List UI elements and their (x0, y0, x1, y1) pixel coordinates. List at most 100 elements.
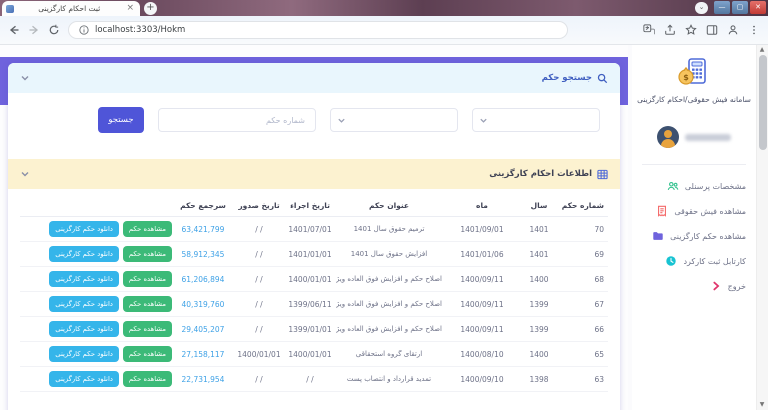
total-amount-cell[interactable]: 27,158,117 (172, 350, 234, 359)
table-row: 63 1398 1400/09/10 تمدید قرارداد و انتصا… (20, 367, 608, 392)
row-actions: مشاهده حکم دانلود حکم کارگزینی (20, 296, 172, 312)
site-info-icon[interactable] (79, 25, 89, 35)
download-decree-button[interactable]: دانلود حکم کارگزینی (49, 346, 119, 362)
row-actions: مشاهده حکم دانلود حکم کارگزینی (20, 271, 172, 287)
col-exec-date: تاریخ اجراء (284, 201, 336, 210)
new-tab-button[interactable]: + (144, 2, 157, 15)
month-select[interactable] (330, 108, 458, 132)
row-actions: مشاهده حکم دانلود حکم کارگزینی (20, 346, 172, 362)
app-logo-icon: $ (632, 57, 756, 87)
page-scrollbar[interactable]: ▲ ▼ (756, 45, 768, 410)
search-button[interactable]: جستجو (98, 107, 144, 133)
col-total: سرجمع حکم (172, 201, 234, 210)
download-decree-button[interactable]: دانلود حکم کارگزینی (49, 271, 119, 287)
download-decree-button[interactable]: دانلود حکم کارگزینی (49, 296, 119, 312)
month-cell: 1401/09/01 (442, 225, 522, 234)
search-panel-title: جستجو حکم (542, 73, 592, 83)
back-icon[interactable] (8, 24, 20, 36)
decree-title-cell: اصلاح حکم و افزایش فوق العاده ویژه از سط… (336, 325, 442, 333)
issue-date-cell: / / (234, 325, 284, 334)
url-text[interactable]: localhost:3303/Hokm (95, 25, 185, 35)
user-row[interactable] (632, 126, 756, 148)
address-bar[interactable]: localhost:3303/Hokm (68, 21, 568, 39)
tab-close-icon[interactable]: × (124, 4, 136, 13)
total-amount-cell[interactable]: 58,912,345 (172, 250, 234, 259)
year-cell: 1399 (522, 300, 556, 309)
sidebar-item-view-payslip[interactable]: مشاهده فیش حقوقی (642, 202, 746, 220)
download-decree-button[interactable]: دانلود حکم کارگزینی (49, 221, 119, 237)
users-icon (667, 180, 679, 192)
close-button[interactable]: ✕ (750, 1, 766, 14)
view-decree-button[interactable]: مشاهده حکم (123, 221, 172, 237)
scroll-up-icon[interactable]: ▲ (756, 45, 768, 55)
maximize-button[interactable]: ▢ (732, 1, 748, 14)
sidebar: $ سامانه فیش حقوقی/احکام کارگزینی مشخصات… (632, 45, 756, 410)
year-cell: 1398 (522, 375, 556, 384)
decree-folder-icon (652, 230, 664, 242)
user-name-blurred (685, 134, 731, 141)
decree-number-input[interactable] (158, 108, 316, 132)
month-cell: 1400/09/11 (442, 325, 522, 334)
view-decree-button[interactable]: مشاهده حکم (123, 246, 172, 262)
exec-date-cell: 1400/01/01 (284, 350, 336, 359)
download-decree-button[interactable]: دانلود حکم کارگزینی (49, 321, 119, 337)
search-form: جستجو (8, 93, 620, 149)
minimize-button[interactable]: — (714, 1, 730, 14)
sidebar-item-view-decree[interactable]: مشاهده حکم کارگزینی (642, 227, 746, 245)
col-issue-date: تاریخ صدور (234, 201, 284, 210)
profile-icon[interactable] (727, 24, 739, 36)
table-header-row: شماره حکم سال ماه عنوان حکم تاریخ اجراء … (20, 195, 608, 217)
total-amount-cell[interactable]: 61,206,894 (172, 275, 234, 284)
view-decree-button[interactable]: مشاهده حکم (123, 346, 172, 362)
chevron-down-icon (337, 116, 346, 125)
total-amount-cell[interactable]: 40,319,760 (172, 300, 234, 309)
table-row: 69 1401 1401/01/06 افزایش حقوق سال 1401 … (20, 242, 608, 267)
view-decree-button[interactable]: مشاهده حکم (123, 321, 172, 337)
year-select[interactable] (472, 108, 600, 132)
forward-icon[interactable] (28, 24, 40, 36)
table-panel-header[interactable]: اطلاعات احکام کارگزینی (8, 159, 620, 189)
scrollbar-thumb[interactable] (759, 55, 767, 150)
view-decree-button[interactable]: مشاهده حکم (123, 296, 172, 312)
search-panel-header[interactable]: جستجو حکم (8, 63, 620, 93)
search-icon (597, 73, 608, 84)
bookmark-star-icon[interactable] (685, 24, 697, 36)
side-panel-icon[interactable] (706, 24, 718, 36)
exec-date-cell: 1400/01/01 (284, 275, 336, 284)
reload-icon[interactable] (48, 24, 60, 36)
exec-date-cell: 1401/07/01 (284, 225, 336, 234)
total-amount-cell[interactable]: 22,731,954 (172, 375, 234, 384)
row-actions: مشاهده حکم دانلود حکم کارگزینی (20, 246, 172, 262)
view-decree-button[interactable]: مشاهده حکم (123, 371, 172, 387)
browser-toolbar: localhost:3303/Hokm (0, 16, 768, 45)
titlebar-collapse-button[interactable]: ⌄ (695, 2, 708, 14)
download-decree-button[interactable]: دانلود حکم کارگزینی (49, 371, 119, 387)
browser-tab[interactable]: ثبت احکام کارگزینی × (2, 1, 140, 16)
total-amount-cell[interactable]: 63,421,799 (172, 225, 234, 234)
issue-date-cell: / / (234, 275, 284, 284)
total-amount-cell[interactable]: 29,405,207 (172, 325, 234, 334)
translate-icon[interactable] (643, 24, 655, 36)
clock-icon (665, 255, 677, 267)
chevron-down-icon[interactable] (20, 169, 30, 179)
exec-date-cell: 1399/01/01 (284, 325, 336, 334)
year-cell: 1399 (522, 325, 556, 334)
month-cell: 1400/08/10 (442, 350, 522, 359)
decree-title-cell: ترمیم حقوق سال 1401 (336, 225, 442, 233)
chevron-down-icon[interactable] (20, 73, 30, 83)
sidebar-item-logout[interactable]: خروج (642, 277, 746, 295)
view-decree-button[interactable]: مشاهده حکم (123, 271, 172, 287)
decree-number-cell: 66 (556, 325, 608, 334)
row-actions: مشاهده حکم دانلود حکم کارگزینی (20, 371, 172, 387)
avatar[interactable] (657, 126, 679, 148)
scroll-down-icon[interactable]: ▼ (756, 400, 768, 410)
sidebar-item-worklog-cartable[interactable]: کارتابل ثبت کارکرد (642, 252, 746, 270)
share-icon[interactable] (664, 24, 676, 36)
main-area: جستجو حکم جستجو اطلاع (0, 45, 628, 410)
col-title: عنوان حکم (336, 201, 442, 210)
download-decree-button[interactable]: دانلود حکم کارگزینی (49, 246, 119, 262)
issue-date-cell: / / (234, 375, 284, 384)
menu-kebab-icon[interactable] (748, 24, 760, 36)
sidebar-item-personnel-info[interactable]: مشخصات پرسنلی (642, 177, 746, 195)
col-year: سال (522, 201, 556, 210)
